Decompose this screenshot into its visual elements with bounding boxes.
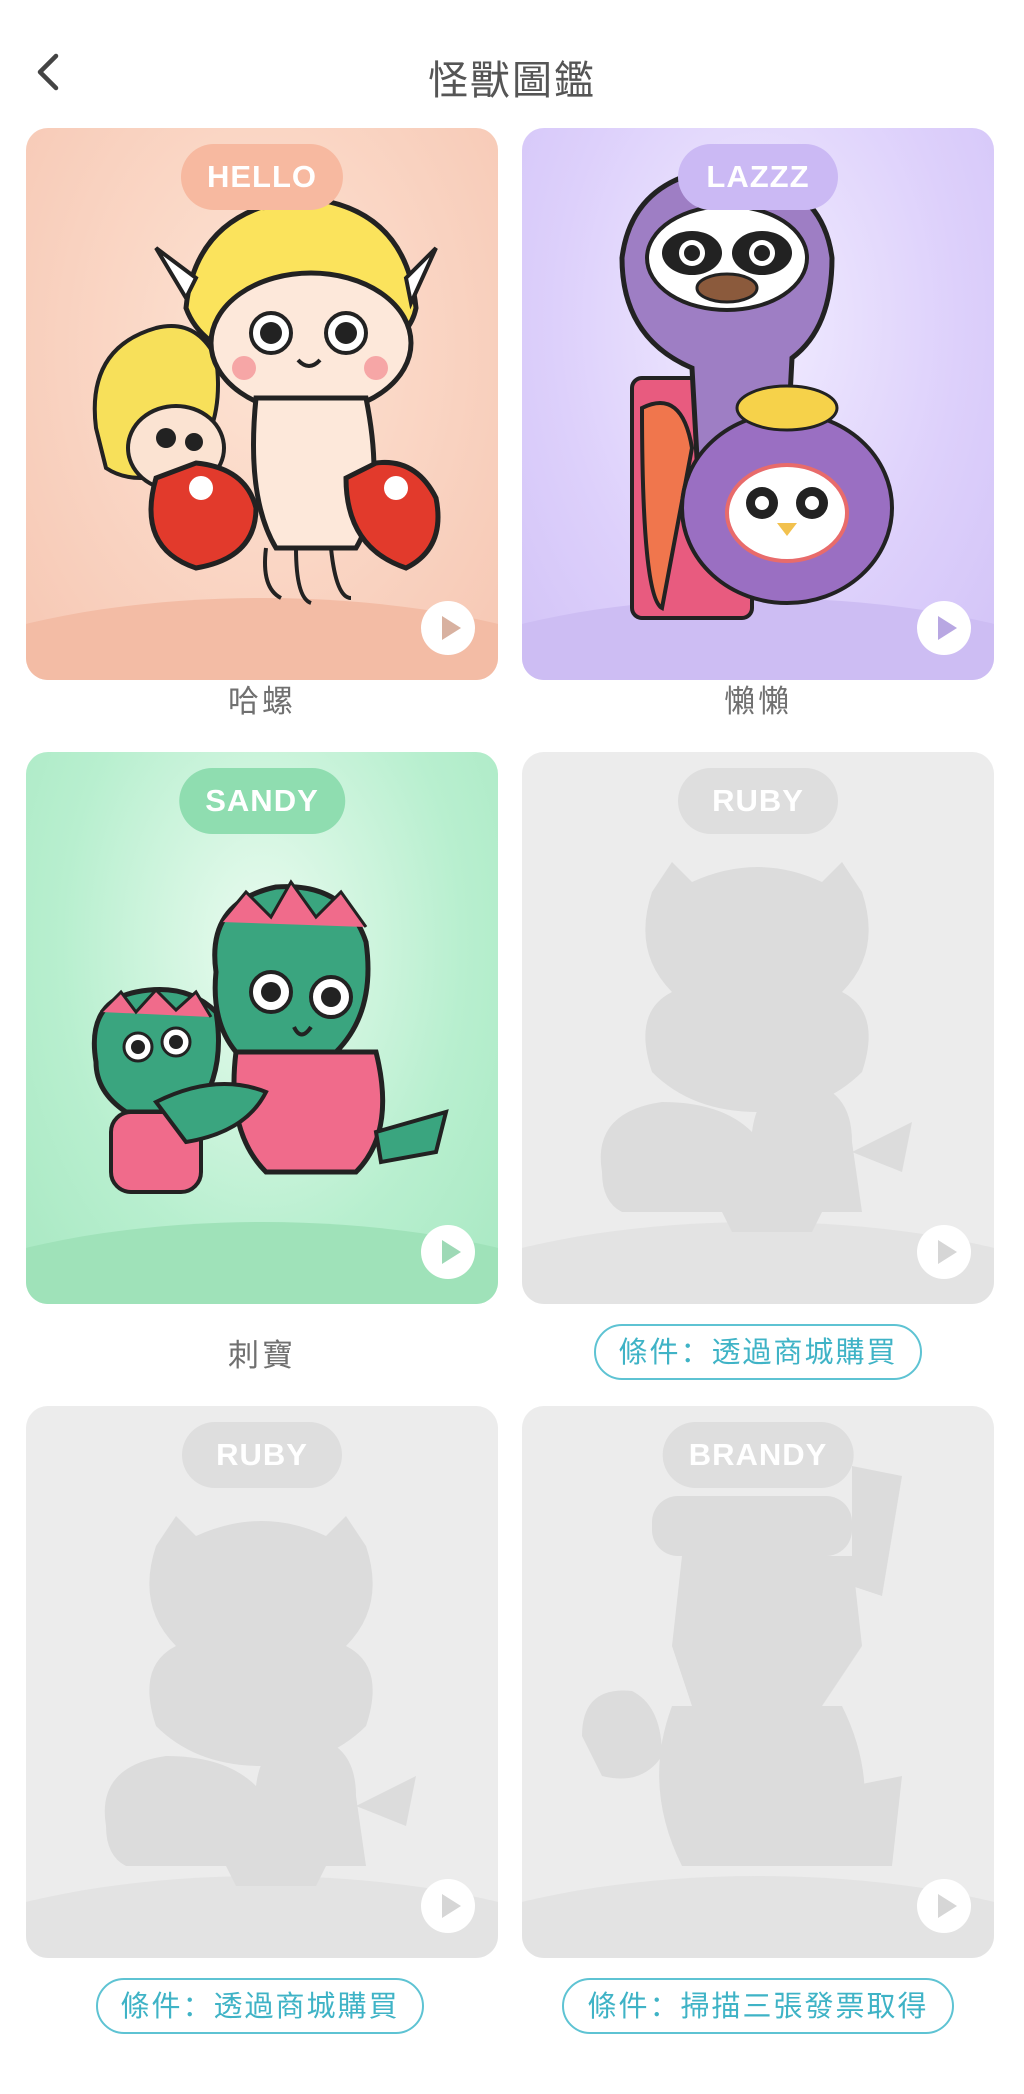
unlock-condition-badge: 條件：透過商城購買 — [594, 1324, 922, 1380]
play-icon[interactable] — [916, 600, 972, 656]
monster-name: 懶懶 — [724, 684, 792, 720]
unlock-condition-badge: 條件：透過商城購買 — [96, 1978, 424, 2034]
locked-monster-silhouette — [522, 862, 994, 1304]
locked-monster-silhouette — [26, 1516, 498, 1958]
page-title: 怪獸圖鑑 — [428, 58, 596, 104]
monster-card-sandy[interactable]: SANDY — [26, 752, 498, 1304]
locked-monster-silhouette — [522, 1466, 994, 1958]
cactus-monster-illustration — [26, 879, 498, 1304]
monster-badge: HELLO — [180, 144, 344, 210]
monster-card-ruby-locked[interactable]: RUBY — [522, 752, 994, 1304]
play-icon[interactable] — [916, 1224, 972, 1280]
monster-card-ruby-locked[interactable]: RUBY — [26, 1406, 498, 1958]
monster-badge: LAZZZ — [678, 144, 838, 210]
play-icon[interactable] — [420, 1878, 476, 1934]
play-icon[interactable] — [420, 1224, 476, 1280]
monster-badge: SANDY — [179, 768, 345, 834]
play-icon[interactable] — [916, 1878, 972, 1934]
monster-card-brandy-locked[interactable]: BRANDY — [522, 1406, 994, 1958]
monster-card-lazzz[interactable]: LAZZZ — [522, 128, 994, 680]
hermit-crab-monster-illustration — [26, 163, 498, 680]
monster-card-hello[interactable]: HELLO — [26, 128, 498, 680]
monster-badge: RUBY — [182, 1422, 342, 1488]
header: 怪獸圖鑑 — [0, 0, 1024, 140]
monster-name: 刺寶 — [228, 1338, 296, 1374]
sloth-monster-illustration — [522, 165, 994, 680]
monster-badge: BRANDY — [662, 1422, 854, 1488]
monster-name: 哈螺 — [228, 684, 296, 720]
unlock-condition-badge: 條件：掃描三張發票取得 — [562, 1978, 954, 2034]
play-icon[interactable] — [420, 600, 476, 656]
monster-badge: RUBY — [678, 768, 838, 834]
